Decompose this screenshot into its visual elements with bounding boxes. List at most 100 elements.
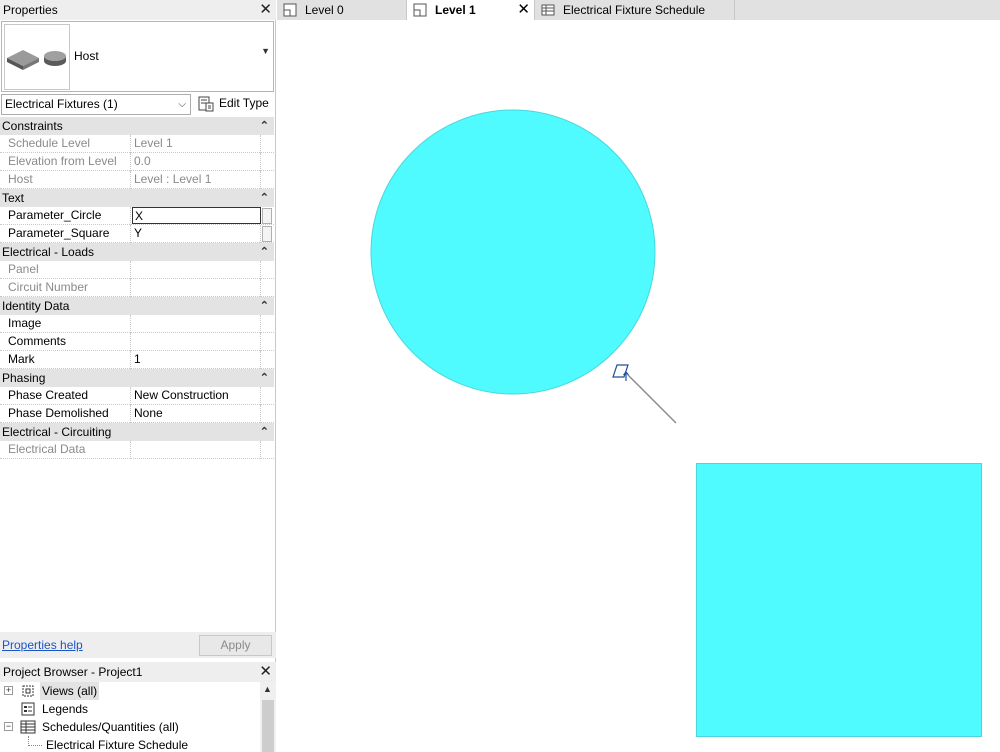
properties-grid: Constraints ⌃ Schedule Level Level 1 Elevati…	[0, 117, 274, 459]
property-group-header[interactable]: Phasing ⌃	[0, 369, 274, 387]
drawing-canvas[interactable]	[277, 20, 1000, 752]
edit-type-icon	[198, 96, 214, 112]
square-fixture[interactable]	[696, 463, 982, 737]
property-group-label: Constraints	[2, 119, 63, 133]
instance-row: Electrical Fixtures (1) ⌵ Edit Type	[0, 94, 276, 116]
fixture-preview-icon	[7, 50, 66, 70]
property-group-header[interactable]: Constraints ⌃	[0, 117, 274, 135]
property-value: Level 1	[132, 135, 261, 153]
browser-scrollbar[interactable]: ▲	[260, 682, 276, 752]
property-row: Elevation from Level 0.0	[0, 153, 274, 171]
collapse-icon[interactable]: ⌃	[260, 297, 269, 315]
tree-item-label: Views (all)	[40, 682, 100, 700]
collapse-icon[interactable]: ⌃	[260, 243, 269, 261]
properties-help-link[interactable]: Properties help	[2, 638, 83, 652]
property-cell-spacer	[262, 352, 272, 368]
leader-line	[627, 374, 677, 424]
collapse-icon[interactable]: ⌃	[260, 117, 269, 135]
property-name: Image	[0, 315, 131, 333]
property-row: Image	[0, 315, 274, 333]
property-cell-spacer	[262, 154, 272, 170]
property-cell-spacer	[262, 136, 272, 152]
tree-item-label: Electrical Fixture Schedule	[46, 738, 189, 752]
property-value	[132, 441, 261, 459]
property-value	[132, 279, 261, 297]
browser-tree: + Views (all) Legends − Schedules/Quanti…	[0, 682, 260, 752]
property-name: Phase Demolished	[0, 405, 131, 423]
property-name: Circuit Number	[0, 279, 131, 297]
property-name: Electrical Data	[0, 441, 131, 459]
property-value[interactable]: 1	[132, 351, 261, 369]
chevron-down-icon[interactable]: ⌵	[178, 95, 186, 114]
property-name: Host	[0, 171, 131, 189]
property-group-header[interactable]: Text ⌃	[0, 189, 274, 207]
close-icon[interactable]: ✕	[517, 0, 530, 20]
type-selector[interactable]: Host ▼	[1, 21, 274, 92]
expand-icon[interactable]: +	[4, 686, 13, 695]
tab-level-1[interactable]: Level 1 ✕	[407, 0, 535, 20]
tab-label: Level 0	[305, 3, 344, 17]
associate-parameter-button[interactable]	[262, 208, 272, 224]
property-value[interactable]: Y	[132, 225, 261, 243]
property-name: Comments	[0, 333, 131, 351]
property-cell-spacer	[262, 334, 272, 350]
properties-title-bar: Properties ✕	[0, 0, 276, 20]
tab-level-0[interactable]: Level 0	[277, 0, 407, 20]
edit-type-button[interactable]: Edit Type	[196, 94, 274, 115]
close-icon[interactable]: ✕	[259, 662, 272, 682]
type-name: Host	[74, 49, 99, 63]
project-browser-title: Project Browser - Project1	[3, 665, 143, 679]
property-row: Host Level : Level 1	[0, 171, 274, 189]
legend-icon	[21, 702, 35, 716]
host-anchor-icon[interactable]	[612, 364, 629, 381]
property-name: Mark	[0, 351, 131, 369]
property-row: Parameter_Circle X	[0, 207, 274, 225]
property-value	[132, 261, 261, 279]
collapse-icon[interactable]: ⌃	[260, 369, 269, 387]
tab-label: Level 1	[435, 3, 476, 17]
properties-panel: Properties ✕ Host ▼ Electrical Fixtures …	[0, 0, 276, 752]
property-row: Mark 1	[0, 351, 274, 369]
property-value[interactable]: None	[132, 405, 261, 423]
property-row: Comments	[0, 333, 274, 351]
property-cell-spacer	[262, 280, 272, 296]
apply-button[interactable]: Apply	[199, 635, 272, 656]
property-cell-spacer	[262, 388, 272, 404]
property-value[interactable]	[132, 315, 261, 333]
tree-item-schedules[interactable]: − Schedules/Quantities (all)	[0, 718, 200, 736]
drawing-svg	[370, 109, 982, 737]
property-cell-spacer	[262, 406, 272, 422]
instance-filter-select[interactable]: Electrical Fixtures (1) ⌵	[1, 94, 191, 115]
property-group-header[interactable]: Electrical - Loads ⌃	[0, 243, 274, 261]
associate-parameter-button[interactable]	[262, 226, 272, 242]
property-value[interactable]: X	[132, 207, 261, 224]
scroll-up-icon[interactable]: ▲	[263, 684, 272, 694]
tree-item-electrical-fixture-schedule[interactable]: Electrical Fixture Schedule	[0, 736, 200, 752]
property-name: Parameter_Square	[0, 225, 131, 243]
tree-item-views[interactable]: + Views (all)	[0, 682, 110, 700]
tab-electrical-fixture-schedule[interactable]: Electrical Fixture Schedule	[535, 0, 735, 20]
views-icon	[22, 685, 34, 697]
property-group-header[interactable]: Electrical - Circuiting ⌃	[0, 423, 274, 441]
edit-type-label: Edit Type	[219, 96, 269, 110]
property-name: Parameter_Circle	[0, 207, 131, 225]
property-group-header[interactable]: Identity Data ⌃	[0, 297, 274, 315]
property-group-label: Text	[2, 191, 25, 205]
tree-item-legends[interactable]: Legends	[0, 700, 110, 718]
property-cell-spacer	[262, 262, 272, 278]
collapse-icon[interactable]: ⌃	[260, 423, 269, 441]
floor-plan-icon	[283, 3, 297, 17]
view-tab-bar: Level 0 Level 1 ✕ Electrical Fixture Sch…	[277, 0, 1000, 20]
scrollbar-thumb[interactable]	[262, 700, 274, 752]
property-value[interactable]: New Construction	[132, 387, 261, 405]
close-icon[interactable]: ✕	[259, 0, 272, 20]
floor-plan-icon	[413, 3, 427, 17]
property-row: Phase Created New Construction	[0, 387, 274, 405]
collapse-icon[interactable]: −	[4, 722, 13, 731]
schedule-icon	[541, 4, 555, 16]
property-group-label: Identity Data	[2, 299, 70, 313]
dropdown-arrow-icon[interactable]: ▼	[261, 46, 270, 56]
collapse-icon[interactable]: ⌃	[260, 189, 269, 207]
circle-fixture[interactable]	[370, 109, 656, 395]
property-value[interactable]	[132, 333, 261, 351]
